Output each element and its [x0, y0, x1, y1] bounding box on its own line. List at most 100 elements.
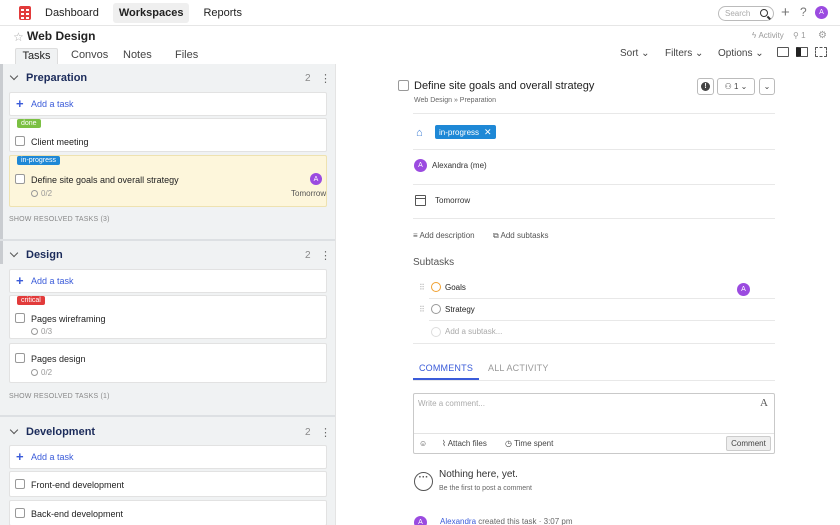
status-tag[interactable]: in-progress ✕ — [435, 125, 496, 139]
members-button[interactable]: ⚲ 1 — [793, 31, 806, 40]
chevron-down-icon[interactable] — [9, 248, 19, 258]
subtask-name[interactable]: Strategy — [445, 305, 475, 314]
split-view-icon[interactable] — [777, 47, 789, 57]
add-subtask-input[interactable]: Add a subtask... — [445, 327, 502, 336]
calendar-icon[interactable] — [415, 195, 426, 206]
activity-user[interactable]: Alexandra — [440, 517, 476, 525]
attach-files-button[interactable]: ⌇ Attach files — [442, 439, 487, 448]
task-list-panel: Preparation 2 ⋮ + Add a task done Client… — [0, 64, 336, 525]
group-header-design[interactable]: Design 2 ⋮ — [0, 245, 335, 269]
subtask-status-icon[interactable] — [431, 282, 441, 292]
check-circle-icon — [31, 190, 38, 197]
more-icon[interactable]: ⋮ — [320, 249, 331, 262]
plus-icon[interactable]: + — [781, 4, 790, 21]
task-card[interactable]: done Client meeting — [9, 118, 327, 152]
task-card[interactable]: Back-end development — [9, 500, 327, 525]
nav-workspaces[interactable]: Workspaces — [112, 2, 190, 23]
help-icon[interactable]: ? — [800, 5, 807, 19]
breadcrumb[interactable]: Web Design » Preparation — [414, 97, 496, 104]
task-checkbox[interactable] — [15, 353, 25, 363]
task-checkbox[interactable] — [15, 508, 25, 518]
time-spent-button[interactable]: ◷ Time spent — [505, 439, 553, 448]
group-header-development[interactable]: Development 2 ⋮ — [0, 422, 335, 446]
more-icon[interactable]: ⋮ — [320, 426, 331, 439]
task-name: Back-end development — [31, 509, 124, 519]
task-title[interactable]: Define site goals and overall strategy — [414, 80, 594, 92]
empty-title: Nothing here, yet. — [439, 469, 518, 480]
nav-reports[interactable]: Reports — [197, 3, 248, 23]
sort-dropdown[interactable]: Sort ⌄ — [620, 48, 650, 59]
group-count: 2 — [305, 73, 311, 84]
activity-text: created this task · 3:07 pm — [478, 517, 573, 525]
drag-handle-icon[interactable]: ⠿ — [419, 305, 425, 314]
divider — [413, 343, 775, 344]
app-logo[interactable] — [19, 5, 31, 20]
info-button[interactable]: ! — [697, 78, 714, 95]
more-actions-button[interactable]: ⌄ — [759, 78, 775, 95]
task-checkbox[interactable] — [15, 479, 25, 489]
more-icon[interactable]: ⋮ — [320, 72, 331, 85]
task-card[interactable]: Pages design 0/2 — [9, 343, 327, 383]
chevron-down-icon[interactable] — [9, 425, 19, 435]
subtask-status-icon[interactable] — [431, 304, 441, 314]
emoji-icon[interactable]: ☺ — [419, 439, 427, 448]
comment-box[interactable]: Write a comment... A ☺ ⌇ Attach files ◷ … — [413, 393, 775, 454]
tag-icon[interactable]: ⌂ — [416, 127, 423, 139]
task-complete-checkbox[interactable] — [398, 80, 409, 91]
divider — [413, 149, 775, 150]
chevron-down-icon[interactable] — [9, 71, 19, 81]
chevron-down-icon: ⌄ — [763, 82, 771, 91]
task-checkbox[interactable] — [15, 174, 25, 184]
options-dropdown[interactable]: Options ⌄ — [718, 48, 764, 59]
add-task-button[interactable]: + Add a task — [9, 92, 327, 116]
tab-all-activity[interactable]: ALL ACTIVITY — [488, 363, 549, 373]
tab-files[interactable]: Files — [175, 48, 198, 65]
add-description-button[interactable]: ≡ Add description — [413, 231, 475, 240]
star-icon[interactable]: ☆ — [13, 30, 24, 44]
group-divider — [0, 239, 335, 241]
due-date[interactable]: Tomorrow — [435, 196, 470, 205]
assignees-button[interactable]: ⚇ 1 ⌄ — [717, 78, 755, 95]
people-icon: ⚇ — [724, 82, 734, 91]
detail-view-icon[interactable] — [796, 47, 808, 57]
filters-dropdown[interactable]: Filters ⌄ — [665, 48, 703, 59]
plus-icon: + — [16, 273, 24, 288]
drag-handle-icon[interactable]: ⠿ — [419, 283, 425, 292]
tab-tasks[interactable]: Tasks — [15, 48, 58, 65]
show-resolved-link[interactable]: SHOW RESOLVED TASKS (1) — [9, 393, 110, 400]
tab-convos[interactable]: Convos — [71, 48, 108, 65]
comment-submit-button[interactable]: Comment — [726, 436, 771, 451]
task-card-selected[interactable]: in-progress Define site goals and overal… — [9, 155, 327, 207]
tab-comments[interactable]: COMMENTS — [413, 363, 479, 380]
tab-notes[interactable]: Notes — [123, 48, 152, 65]
assignee-name[interactable]: Alexandra (me) — [432, 161, 487, 170]
task-name: Pages wireframing — [31, 314, 106, 324]
top-nav: Dashboard Workspaces Reports — [0, 0, 840, 26]
close-icon[interactable]: ✕ — [484, 127, 492, 137]
search-icon[interactable] — [760, 9, 768, 17]
user-avatar[interactable]: A — [815, 6, 828, 19]
task-card[interactable]: critical Pages wireframing 0/3 — [9, 295, 327, 339]
task-card[interactable]: Front-end development — [9, 471, 327, 497]
group-header-preparation[interactable]: Preparation 2 ⋮ — [0, 68, 335, 92]
add-task-button[interactable]: + Add a task — [9, 269, 327, 293]
search-input[interactable]: Search — [718, 6, 774, 21]
task-checkbox[interactable] — [15, 136, 25, 146]
page-title: Web Design — [27, 29, 96, 43]
add-task-label: Add a task — [31, 452, 74, 462]
show-resolved-link[interactable]: SHOW RESOLVED TASKS (3) — [9, 216, 110, 223]
divider — [413, 218, 775, 219]
activity-label: Activity — [758, 31, 784, 40]
group-divider — [0, 415, 335, 417]
task-checkbox[interactable] — [15, 313, 25, 323]
text-format-icon[interactable]: A — [760, 397, 768, 409]
board-view-icon[interactable] — [815, 47, 827, 57]
add-task-button[interactable]: + Add a task — [9, 445, 327, 469]
subtask-name[interactable]: Goals — [445, 283, 466, 292]
nav-dashboard[interactable]: Dashboard — [39, 3, 105, 23]
activity-link[interactable]: ϟ Activity — [752, 31, 784, 40]
divider — [413, 380, 775, 381]
gear-icon[interactable]: ⚙ — [818, 30, 827, 41]
comment-input[interactable]: Write a comment... — [418, 399, 485, 408]
add-subtasks-button[interactable]: ⧉ Add subtasks — [493, 231, 549, 241]
